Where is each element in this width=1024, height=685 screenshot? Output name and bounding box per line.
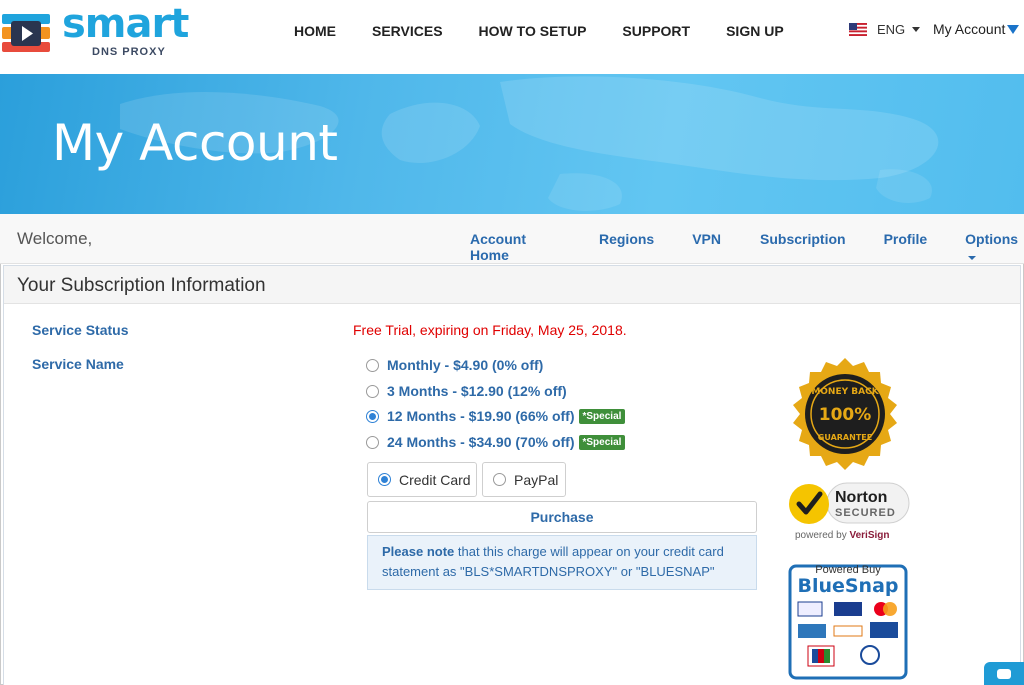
norton-powered: powered by — [795, 530, 849, 541]
nav-sign-up[interactable]: SIGN UP — [726, 22, 784, 40]
subnav-subscription[interactable]: Subscription — [760, 231, 846, 267]
plan-option-12-months[interactable]: 12 Months - $19.90 (66% off) *Special — [366, 408, 626, 424]
svg-text:powered by VeriSign: powered by VeriSign — [795, 530, 890, 541]
brand-subtitle: DNS PROXY — [92, 46, 166, 58]
special-badge: *Special — [578, 408, 626, 424]
payment-credit-card[interactable]: Credit Card — [367, 462, 477, 497]
caret-down-icon — [968, 255, 977, 260]
brand-name: smart — [62, 1, 189, 47]
norton-verisign: VeriSign — [849, 530, 889, 541]
subnav-regions[interactable]: Regions — [599, 231, 654, 267]
chat-bubble-icon — [997, 669, 1011, 679]
payment-paypal[interactable]: PayPal — [482, 462, 566, 497]
service-name-label: Service Name — [32, 356, 124, 372]
account-subnav-links: Account Home Regions VPN Subscription Pr… — [470, 231, 1024, 267]
us-flag-icon — [849, 23, 867, 36]
plan-option-24-months[interactable]: 24 Months - $34.90 (70% off) *Special — [366, 434, 626, 450]
purchase-button[interactable]: Purchase — [367, 501, 757, 533]
chat-widget-button[interactable] — [984, 662, 1024, 685]
plan-label: 3 Months - $12.90 (12% off) — [387, 383, 567, 399]
subnav-vpn[interactable]: VPN — [692, 231, 721, 267]
bluesnap-badge: Powered Buy BlueSnap — [788, 564, 908, 680]
billing-note: Please note that this charge will appear… — [367, 535, 757, 590]
brand-logo[interactable]: smart DNS PROXY — [2, 2, 202, 62]
plan-label: 24 Months - $34.90 (70% off) — [387, 434, 575, 450]
plan-option-monthly[interactable]: Monthly - $4.90 (0% off) — [366, 357, 543, 373]
bluesnap-name: BlueSnap — [797, 575, 898, 597]
main-nav: HOME SERVICES HOW TO SETUP SUPPORT SIGN … — [294, 22, 820, 40]
subnav-account-home[interactable]: Account Home — [470, 231, 561, 267]
special-badge: *Special — [578, 434, 626, 450]
subscription-panel: Your Subscription Information Service St… — [3, 265, 1021, 685]
account-subnav: Welcome, Account Home Regions VPN Subscr… — [0, 214, 1024, 264]
radio-button[interactable] — [366, 384, 379, 398]
subnav-profile[interactable]: Profile — [884, 231, 928, 267]
subnav-options[interactable]: Options — [965, 231, 1024, 267]
payment-credit-label: Credit Card — [399, 471, 471, 488]
radio-button-selected[interactable] — [366, 409, 379, 423]
language-selector[interactable]: ENG — [849, 22, 921, 37]
panel-title: Your Subscription Information — [17, 275, 266, 296]
note-emphasis: Please note — [382, 544, 455, 559]
payment-paypal-label: PayPal — [514, 471, 559, 488]
norton-secured-badge: Norton SECURED powered by VeriSign — [789, 482, 910, 541]
radio-button[interactable] — [493, 473, 506, 486]
subnav-options-label: Options — [965, 231, 1019, 247]
panel-header: Your Subscription Information — [4, 266, 1020, 304]
top-navbar: smart DNS PROXY HOME SERVICES HOW TO SET… — [0, 0, 1024, 74]
radio-button[interactable] — [366, 358, 379, 372]
seal-top-text: MONEY BACK — [811, 387, 879, 397]
nav-home[interactable]: HOME — [294, 22, 336, 40]
service-status-value: Free Trial, expiring on Friday, May 25, … — [353, 322, 627, 338]
nav-services[interactable]: SERVICES — [372, 22, 443, 40]
account-menu[interactable]: My Account — [933, 21, 1020, 37]
seal-bottom-text: GUARANTEE — [818, 433, 872, 442]
radio-button[interactable] — [366, 435, 379, 449]
logo-icon — [2, 14, 50, 52]
plan-label: 12 Months - $19.90 (66% off) — [387, 408, 575, 424]
language-label: ENG — [877, 22, 906, 37]
money-back-guarantee-seal: MONEY BACK 100% GUARANTEE — [793, 358, 897, 470]
nav-how-to-setup[interactable]: HOW TO SETUP — [479, 22, 587, 40]
seal-percent: 100% — [819, 405, 872, 425]
plan-option-3-months[interactable]: 3 Months - $12.90 (12% off) — [366, 383, 567, 399]
radio-button-selected[interactable] — [378, 473, 391, 486]
triangle-down-icon — [1007, 24, 1020, 34]
plan-label: Monthly - $4.90 (0% off) — [387, 357, 544, 373]
caret-down-icon — [912, 27, 921, 32]
hero-banner: My Account — [0, 74, 1024, 214]
norton-name: Norton — [835, 489, 887, 506]
account-label: My Account — [933, 21, 1006, 37]
page-title: My Account — [52, 114, 338, 172]
nav-support[interactable]: SUPPORT — [622, 22, 690, 40]
service-status-label: Service Status — [32, 322, 129, 338]
welcome-text: Welcome, — [17, 229, 93, 248]
norton-secured: SECURED — [835, 507, 896, 519]
